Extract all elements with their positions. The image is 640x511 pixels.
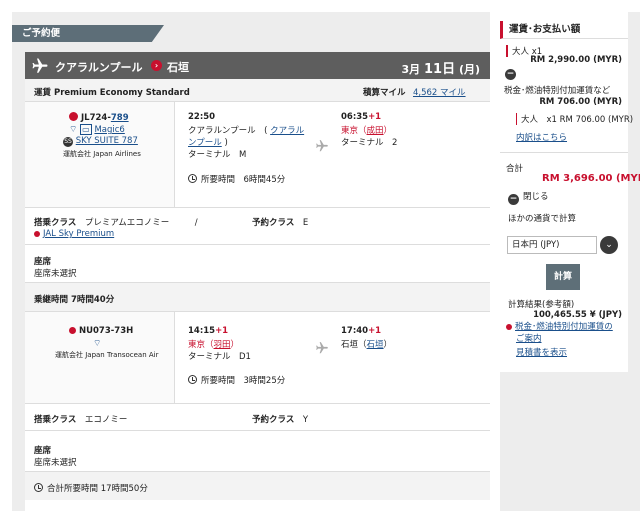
airplane-icon [32, 58, 48, 73]
chevron-down-icon[interactable]: ⌄ [600, 236, 618, 254]
cabin-class-link: JAL Sky Premium [34, 229, 114, 239]
cabin-class: 搭乗クラス エコノミー [34, 415, 128, 425]
adult-fare-amount: RM 2,990.00 (MYR) [530, 55, 622, 65]
total-amount: RM 3,696.00 (MYR) [542, 173, 640, 184]
divider [500, 152, 628, 153]
seat-suite: SS SKY SUITE 787 [63, 136, 138, 147]
minus-icon: − [505, 69, 516, 80]
total-time-strip: 合計所要時間 17時間50分 [25, 472, 490, 500]
itinerary-panel: ご予約便 クアラルンプール › 石垣 3月 11日 (月) 運賃 Premium… [12, 12, 490, 511]
booking-class: 予約クラス Y [252, 415, 309, 425]
arrival-city: 東京（成田） [341, 126, 393, 136]
minus-icon: − [508, 194, 519, 205]
departure-terminal: ターミナル M [188, 150, 247, 160]
segment-1: JL724-789 ⌔ ▭ Magic6 SS SKY SUITE 787 運航… [25, 102, 490, 208]
collapse-toggle-tax[interactable]: − [505, 67, 520, 80]
segment-1-flight-info: JL724-789 ⌔ ▭ Magic6 SS SKY SUITE 787 運航… [25, 102, 175, 207]
seat-value: 座席未選択 [34, 269, 77, 279]
section-tab-title: ご予約便 [12, 25, 164, 42]
segment-1-duration: 所要時間 6時間45分 [188, 173, 285, 185]
route-arrow-icon: › [151, 60, 162, 71]
arrival-time: 06:35+1 [341, 112, 382, 122]
estimate-link[interactable]: 見積書を表示 [516, 346, 567, 358]
tax-info-link-cont[interactable]: ご案内 [516, 332, 542, 344]
departure-airport-cont: ンプール ) [188, 138, 228, 148]
total-duration: 合計所要時間 17時間50分 [34, 482, 148, 494]
departure-time: 22:50 [188, 112, 216, 122]
operator: 運航会社 Japan Transocean Air [55, 351, 159, 359]
route-origin: クアラルンプール [55, 61, 143, 74]
operator: 運航会社 Japan Airlines [63, 150, 141, 158]
itinerary-card: クアラルンプール › 石垣 3月 11日 (月) 運賃 Premium Econ… [25, 52, 490, 511]
suite-icon: SS [63, 137, 73, 147]
breakdown-link[interactable]: 内訳はこちら [516, 131, 567, 143]
fare-summary-title: 運賃･お支払い額 [500, 21, 628, 39]
tax-info-link[interactable]: 税金･燃油特別付加運賃の [506, 320, 613, 332]
segment-2: NU073-73H ⌔ 運航会社 Japan Transocean Air 14… [25, 312, 490, 404]
route-date: 3月 11日 (月) [401, 62, 481, 77]
arrival-terminal: ターミナル 2 [341, 138, 398, 148]
tax-detail: 大人 x1 RM 706.00 (MYR) [516, 113, 633, 125]
transfer-time: 乗継時間 7時間40分 [34, 295, 115, 305]
route-destination: 石垣 [167, 61, 189, 74]
fare-summary-card: 運賃･お支払い額 大人 x1 RM 2,990.00 (MYR) − 税金･燃油… [500, 12, 640, 372]
tax-amount: RM 706.00 (MYR) [539, 97, 622, 107]
segment-2-flight-info: NU073-73H ⌔ 運航会社 Japan Transocean Air [25, 312, 175, 403]
segment-1-class-row: 搭乗クラス プレミアムエコノミー / JAL Sky Premium 予約クラス… [25, 208, 490, 245]
seat-value: 座席未選択 [34, 458, 77, 468]
departure-terminal: ターミナル D1 [188, 352, 251, 362]
seat-label: 座席 [34, 446, 52, 456]
result-value: 100,465.55 ¥ (JPY) [533, 310, 622, 320]
miles-link[interactable]: 4,562 マイル [413, 86, 466, 98]
route-bar: クアラルンプール › 石垣 3月 11日 (月) [25, 52, 490, 79]
segment-2-seat-row: 座席 座席未選択 [25, 431, 490, 472]
fare-summary-panel: 運賃･お支払い額 大人 x1 RM 2,990.00 (MYR) − 税金･燃油… [500, 12, 640, 511]
departure-time: 14:15+1 [188, 326, 229, 336]
clock-icon [34, 483, 43, 492]
jta-logo-icon [69, 327, 76, 334]
tax-label: 税金･燃油特別付加運賃など [504, 86, 611, 96]
currency-select[interactable]: 日本円 (JPY) [507, 236, 597, 254]
close-toggle[interactable]: − 閉じる [508, 190, 549, 205]
total-label: 合計 [506, 164, 524, 174]
cabin-class: 搭乗クラス プレミアムエコノミー / [34, 218, 198, 228]
booking-class: 予約クラス E [252, 218, 309, 228]
arrival-city: 石垣（石垣） [341, 340, 393, 350]
wifi-icon: ⌔ [69, 125, 78, 135]
calculate-button[interactable]: 計算 [546, 264, 580, 290]
airplane-icon [316, 342, 328, 354]
departure-city: クアラルンプール ( クアラル [188, 126, 305, 136]
flight-number: JL724-789 [69, 112, 129, 123]
jal-logo-icon [506, 324, 512, 330]
jal-logo-icon [34, 231, 40, 237]
wifi-icon: ⌔ [93, 339, 102, 349]
seat-label: 座席 [34, 257, 52, 267]
segment-2-class-row: 搭乗クラス エコノミー 予約クラス Y [25, 404, 490, 431]
transfer-strip: 乗継時間 7時間40分 [25, 283, 490, 312]
arrival-time: 17:40+1 [341, 326, 382, 336]
wifi-info: ⌔ ▭ Magic6 [69, 124, 125, 135]
monitor-icon: ▭ [80, 124, 92, 135]
departure-city: 東京（羽田） [188, 340, 240, 350]
segment-1-seat-row: 座席 座席未選択 [25, 245, 490, 283]
clock-icon [188, 174, 197, 183]
segment-2-duration: 所要時間 3時間25分 [188, 374, 285, 386]
miles-label: 積算マイル [363, 88, 406, 98]
clock-icon [188, 375, 197, 384]
fare-label: 運賃 Premium Economy Standard [34, 88, 190, 98]
other-currency-label: ほかの通貨で計算 [508, 214, 577, 224]
flight-number: NU073-73H [69, 326, 133, 336]
result-label: 計算結果(参考額) [508, 300, 575, 310]
airplane-icon [316, 140, 328, 152]
jal-logo-icon [69, 112, 78, 121]
fare-strip: 運賃 Premium Economy Standard 積算マイル 4,562 … [25, 79, 490, 102]
